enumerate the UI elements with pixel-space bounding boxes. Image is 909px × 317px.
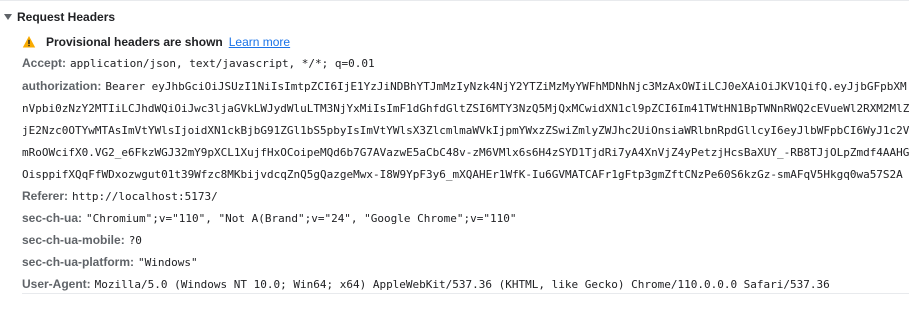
warning-icon xyxy=(22,36,36,48)
header-row-authorization: authorization: Bearer eyJhbGciOiJSUzI1Ni… xyxy=(22,77,909,95)
header-name: authorization: xyxy=(22,79,102,93)
header-value-line[interactable]: Bearer eyJhbGciOiJSUzI1NiIsImtpZCI6IjE1Y… xyxy=(105,80,909,93)
header-name: Referer: xyxy=(22,189,69,203)
learn-more-link[interactable]: Learn more xyxy=(229,35,290,49)
provisional-headers-warning: Provisional headers are shown Learn more xyxy=(22,33,290,51)
authorization-value-line: OisppifXQqFfWDxozwgut01t39Wfzc8MKbijvdcq… xyxy=(22,165,909,183)
triangle-down-icon xyxy=(4,14,12,20)
header-name: User-Agent: xyxy=(22,277,91,291)
header-value[interactable]: "Chromium";v="110", "Not A(Brand";v="24"… xyxy=(86,212,516,225)
header-row-sec-ch-ua-mobile: sec-ch-ua-mobile: ?0 xyxy=(22,231,142,249)
authorization-value-line: nVpbi0zNzY2MTIiLCJhdWQiOiJwc3ljaGVkLWJyd… xyxy=(22,99,909,117)
header-name: Accept: xyxy=(22,56,67,70)
header-value-line[interactable]: jE2Nzc0OTYwMTAsImVtYWlsIjoidXN1ckBjbG91Z… xyxy=(22,124,909,137)
authorization-value-line: jE2Nzc0OTYwMTAsImVtYWlsIjoidXN1ckBjbG91Z… xyxy=(22,121,909,139)
header-row-user-agent: User-Agent: Mozilla/5.0 (Windows NT 10.0… xyxy=(22,275,830,293)
bottom-divider xyxy=(22,293,909,294)
top-divider xyxy=(0,0,909,1)
request-headers-section-toggle[interactable]: Request Headers xyxy=(0,8,909,26)
header-value-line[interactable]: mRoOWcifX0.VG2_e6FkzWGJ32mY9pXCL1XujfHxO… xyxy=(22,146,909,159)
section-title: Request Headers xyxy=(17,10,116,24)
header-value[interactable]: Mozilla/5.0 (Windows NT 10.0; Win64; x64… xyxy=(95,278,830,291)
header-row-referer: Referer: http://localhost:5173/ xyxy=(22,187,218,205)
header-value[interactable]: "Windows" xyxy=(138,256,198,269)
header-value[interactable]: ?0 xyxy=(129,234,142,247)
warning-text: Provisional headers are shown xyxy=(46,35,223,49)
header-row-accept: Accept: application/json, text/javascrip… xyxy=(22,54,375,72)
header-name: sec-ch-ua-platform: xyxy=(22,255,135,269)
header-row-sec-ch-ua-platform: sec-ch-ua-platform: "Windows" xyxy=(22,253,198,271)
header-value-line[interactable]: OisppifXQqFfWDxozwgut01t39Wfzc8MKbijvdcq… xyxy=(22,168,903,181)
header-value[interactable]: http://localhost:5173/ xyxy=(72,190,218,203)
header-name: sec-ch-ua-mobile: xyxy=(22,233,125,247)
header-value-line[interactable]: nVpbi0zNzY2MTIiLCJhdWQiOiJwc3ljaGVkLWJyd… xyxy=(22,102,909,115)
header-name: sec-ch-ua: xyxy=(22,211,83,225)
authorization-value-line: mRoOWcifX0.VG2_e6FkzWGJ32mY9pXCL1XujfHxO… xyxy=(22,143,909,161)
header-row-sec-ch-ua: sec-ch-ua: "Chromium";v="110", "Not A(Br… xyxy=(22,209,517,227)
header-value[interactable]: application/json, text/javascript, */*; … xyxy=(70,57,375,70)
